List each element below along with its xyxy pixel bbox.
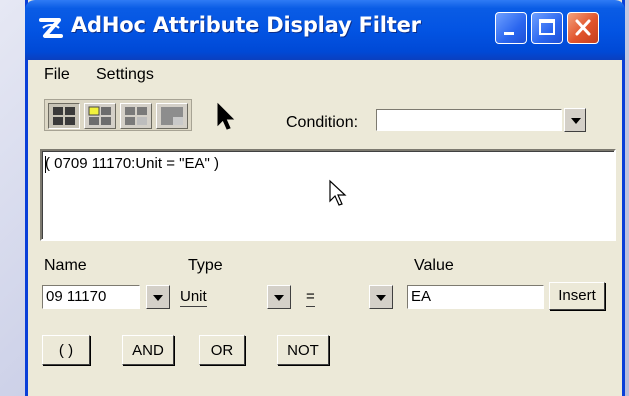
parentheses-button[interactable]: ( ) — [42, 335, 90, 365]
not-button[interactable]: NOT — [277, 335, 329, 365]
minimize-icon — [504, 32, 514, 35]
value-field[interactable]: EA — [407, 285, 544, 309]
minimize-button[interactable] — [495, 12, 527, 44]
layout-button-group — [44, 99, 192, 131]
chevron-down-icon — [571, 118, 581, 124]
operator-dropdown-button[interactable] — [369, 285, 393, 309]
and-button[interactable]: AND — [122, 335, 174, 365]
name-dropdown-button[interactable] — [146, 285, 170, 309]
close-button[interactable] — [567, 12, 599, 44]
type-select[interactable]: Unit — [180, 285, 264, 309]
layout-3-button[interactable] — [120, 103, 152, 129]
mouse-cursor-icon — [329, 179, 347, 206]
filter-dialog: AdHoc Attribute Display Filter File Sett… — [25, 0, 625, 396]
operator-select[interactable]: = — [306, 285, 366, 309]
type-select-value: Unit — [180, 288, 207, 307]
layout-4-button[interactable] — [156, 103, 188, 129]
menu-file[interactable]: File — [44, 66, 70, 84]
type-dropdown-button[interactable] — [267, 285, 291, 309]
window-title: AdHoc Attribute Display Filter — [71, 13, 421, 37]
layout-1-button[interactable] — [48, 103, 80, 129]
layout-4-icon — [161, 107, 183, 125]
condition-field[interactable] — [376, 109, 562, 131]
condition-dropdown-button[interactable] — [564, 108, 586, 132]
condition-label: Condition: — [286, 114, 359, 131]
layout-1-icon — [53, 107, 75, 125]
maximize-icon — [539, 19, 555, 35]
value-label: Value — [414, 257, 454, 274]
menu-settings[interactable]: Settings — [96, 66, 154, 84]
chevron-down-icon — [153, 295, 163, 301]
type-label: Type — [188, 257, 223, 274]
close-icon — [575, 19, 591, 36]
expression-text: ( 0709 11170:Unit = "EA" ) — [45, 155, 219, 172]
chevron-down-icon — [274, 295, 284, 301]
or-button[interactable]: OR — [199, 335, 245, 365]
layout-3-icon — [125, 107, 147, 125]
name-label: Name — [44, 257, 87, 274]
maximize-button[interactable] — [531, 12, 563, 44]
app-icon — [39, 18, 63, 38]
title-bar[interactable]: AdHoc Attribute Display Filter — [25, 0, 625, 60]
chevron-down-icon — [376, 295, 386, 301]
layout-2-button[interactable] — [84, 103, 116, 129]
arrow-pointer-icon[interactable] — [214, 101, 240, 131]
operator-select-value: = — [306, 288, 315, 307]
name-field[interactable]: 09 11170 — [42, 285, 140, 309]
layout-2-icon — [88, 106, 111, 125]
menu-bar: File Settings — [28, 60, 622, 88]
insert-button[interactable]: Insert — [549, 282, 605, 310]
